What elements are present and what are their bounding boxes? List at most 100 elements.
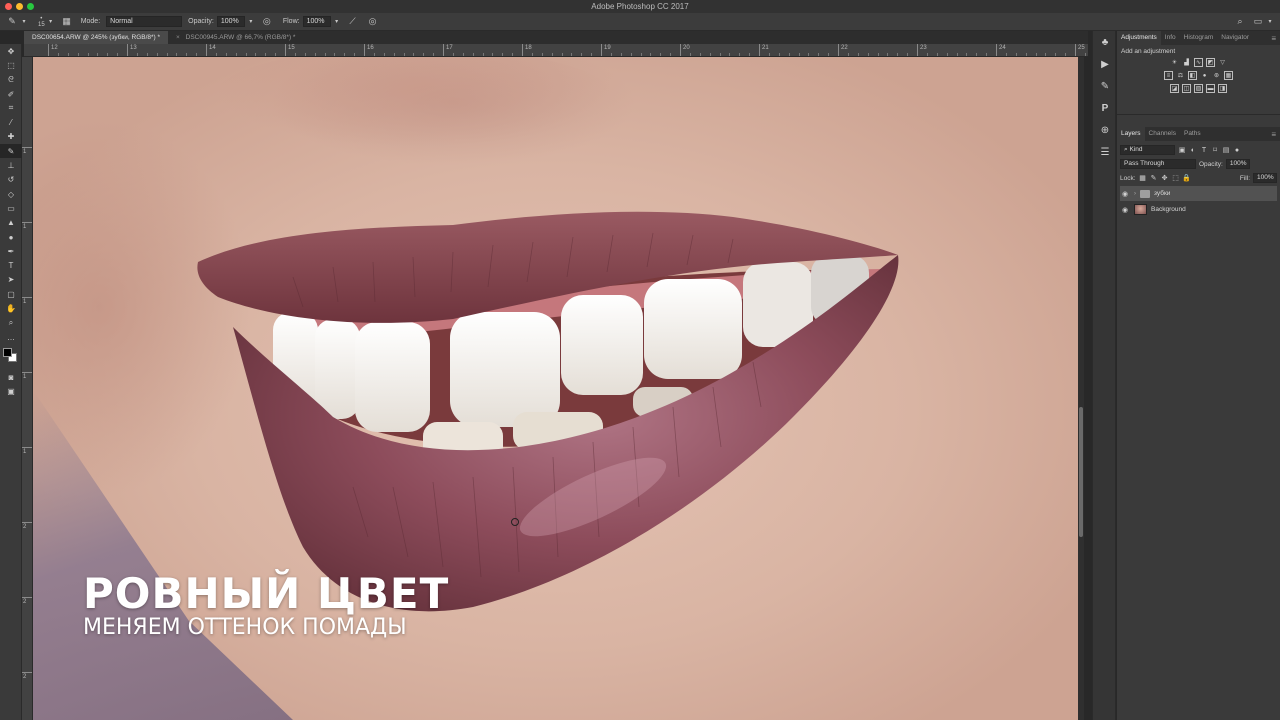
close-window-button[interactable] [5, 3, 12, 10]
tab-document-1[interactable]: DSC00654.ARW @ 245% (зубки, RGB/8*) * [24, 31, 169, 44]
document-canvas[interactable]: РОВНЫЙ ЦВЕТ МЕНЯЕМ ОТТЕНОК ПОМАДЫ [33, 57, 1084, 720]
lock-all-icon[interactable]: 🔒 [1182, 174, 1191, 182]
fill-input[interactable]: 100% [1253, 173, 1277, 183]
zoom-tool-icon[interactable]: ⌕ [0, 316, 22, 330]
brightness-icon[interactable]: ☀ [1170, 58, 1179, 67]
lasso-tool-icon[interactable]: ᘓ [0, 73, 22, 87]
layer-background-row[interactable]: ◉ Background [1120, 202, 1277, 217]
tab-channels[interactable]: Channels [1145, 127, 1180, 141]
search-icon[interactable]: ⌕ [1234, 16, 1246, 28]
actions-icon[interactable]: ▶ [1093, 53, 1117, 75]
lock-transparent-icon[interactable]: ▦ [1139, 174, 1147, 182]
layer-name[interactable]: Background [1151, 206, 1186, 213]
lock-pixels-icon[interactable]: ✎ [1150, 174, 1158, 182]
pen-tool-icon[interactable]: ✒ [0, 244, 22, 258]
filter-adjustment-icon[interactable]: ◐ [1189, 146, 1197, 154]
minimize-window-button[interactable] [16, 3, 23, 10]
close-icon[interactable]: × [176, 34, 180, 41]
color-swatches[interactable] [0, 344, 22, 370]
brush-panel-icon[interactable]: ▦ [61, 16, 73, 28]
tab-info[interactable]: Info [1161, 31, 1180, 45]
eraser-tool-icon[interactable]: ◇ [0, 187, 22, 201]
pressure-size-icon[interactable]: ◎ [367, 16, 379, 28]
filter-smart-icon[interactable]: ▤ [1222, 146, 1230, 154]
chevron-down-icon[interactable]: ▾ [1264, 16, 1276, 28]
layer-opacity-input[interactable]: 100% [1225, 159, 1250, 169]
opacity-input[interactable]: 100% [216, 16, 245, 27]
crop-tool-icon[interactable]: ⌗ [0, 101, 22, 115]
quick-mask-icon[interactable]: ◙ [0, 370, 22, 384]
tab-document-2[interactable]: × DSC00945.ARW @ 66,7% (RGB/8*) * [168, 31, 303, 44]
filter-toggle-icon[interactable]: ● [1233, 146, 1241, 154]
type-tool-icon[interactable]: T [0, 258, 22, 272]
panel-menu-icon[interactable]: ≡ [1271, 34, 1280, 43]
levels-icon[interactable]: ▟ [1182, 58, 1191, 67]
quick-select-tool-icon[interactable]: ✐ [0, 87, 22, 101]
maximize-window-button[interactable] [27, 3, 34, 10]
workspace-icon[interactable]: ▭ [1252, 16, 1264, 28]
eye-icon[interactable]: ◉ [1122, 206, 1130, 214]
tab-paths[interactable]: Paths [1180, 127, 1205, 141]
black-white-icon[interactable]: ◧ [1188, 71, 1197, 80]
selective-color-icon[interactable]: ◨ [1218, 84, 1227, 93]
invert-icon[interactable]: ◪ [1170, 84, 1179, 93]
shape-tool-icon[interactable]: ▢ [0, 287, 22, 301]
filter-shape-icon[interactable]: ⌑ [1211, 146, 1219, 154]
foreground-color-swatch[interactable] [3, 348, 12, 358]
threshold-icon[interactable]: ▨ [1194, 84, 1203, 93]
brush-tool-icon[interactable]: ✎ [0, 144, 22, 159]
gradient-tool-icon[interactable]: ▭ [0, 201, 22, 215]
chevron-down-icon[interactable]: ▾ [331, 16, 343, 28]
chevron-down-icon[interactable]: ▾ [245, 16, 257, 28]
brush-preset-picker[interactable]: • 15 [38, 16, 45, 28]
path-select-tool-icon[interactable]: ➤ [0, 273, 22, 287]
filter-pixel-icon[interactable]: ▣ [1178, 146, 1186, 154]
hue-saturation-icon[interactable]: ≡ [1164, 71, 1173, 80]
dodge-tool-icon[interactable]: ● [0, 230, 22, 244]
move-tool-icon[interactable]: ✥ [0, 44, 22, 58]
screen-mode-icon[interactable]: ▣ [0, 385, 22, 399]
mode-select[interactable]: Normal [106, 16, 183, 27]
chevron-right-icon[interactable]: › [1134, 191, 1136, 197]
blur-tool-icon[interactable]: ▲ [0, 216, 22, 230]
pressure-opacity-icon[interactable]: ◎ [261, 16, 273, 28]
tab-adjustments[interactable]: Adjustments [1117, 31, 1161, 45]
curves-icon[interactable]: ∿ [1194, 58, 1203, 67]
hand-tool-icon[interactable]: ✋ [0, 301, 22, 315]
chevron-down-icon[interactable]: ▾ [18, 16, 30, 28]
blend-mode-select[interactable]: Pass Through [1120, 159, 1196, 169]
flow-input[interactable]: 100% [302, 16, 331, 27]
marquee-tool-icon[interactable]: ⬚ [0, 58, 22, 72]
more-tools-icon[interactable]: … [0, 330, 22, 344]
chevron-down-icon[interactable]: ▾ [45, 16, 57, 28]
panel-menu-icon[interactable]: ≡ [1271, 130, 1280, 139]
clone-stamp-tool-icon[interactable]: ⊥ [0, 158, 22, 172]
properties-icon[interactable]: ☰ [1093, 141, 1117, 163]
history-brush-tool-icon[interactable]: ↺ [0, 173, 22, 187]
vibrance-icon[interactable]: ▽ [1218, 58, 1227, 67]
gradient-map-icon[interactable]: ▬ [1206, 84, 1215, 93]
airbrush-icon[interactable]: ⟋ [347, 16, 359, 28]
healing-brush-tool-icon[interactable]: ✚ [0, 130, 22, 144]
brush-settings-icon[interactable]: ✎ [1093, 75, 1117, 97]
tab-navigator[interactable]: Navigator [1217, 31, 1253, 45]
layer-group-row[interactable]: ◉ › зубки [1120, 186, 1277, 201]
channel-mixer-icon[interactable]: ⊛ [1212, 71, 1221, 80]
canvas-scrollbar[interactable] [1078, 57, 1084, 720]
tab-histogram[interactable]: Histogram [1180, 31, 1218, 45]
scroll-thumb[interactable] [1079, 407, 1083, 537]
brush-tool-icon[interactable]: ✎ [6, 16, 18, 28]
clone-source-icon[interactable]: ⊕ [1093, 119, 1117, 141]
lock-artboard-icon[interactable]: ⬚ [1172, 174, 1180, 182]
lock-position-icon[interactable]: ✥ [1161, 174, 1169, 182]
color-lookup-icon[interactable]: ▦ [1224, 71, 1233, 80]
posterize-icon[interactable]: ◫ [1182, 84, 1191, 93]
filter-type-icon[interactable]: T [1200, 146, 1208, 154]
eyedropper-tool-icon[interactable]: ⁄ [0, 115, 22, 129]
paragraph-icon[interactable]: P [1093, 97, 1117, 119]
tab-layers[interactable]: Layers [1117, 127, 1145, 141]
tool-presets-icon[interactable]: ♣ [1093, 31, 1117, 53]
exposure-icon[interactable]: ◩ [1206, 58, 1215, 67]
filter-kind-select[interactable]: ⌕ Kind [1120, 145, 1175, 155]
layer-name[interactable]: зубки [1154, 190, 1170, 197]
